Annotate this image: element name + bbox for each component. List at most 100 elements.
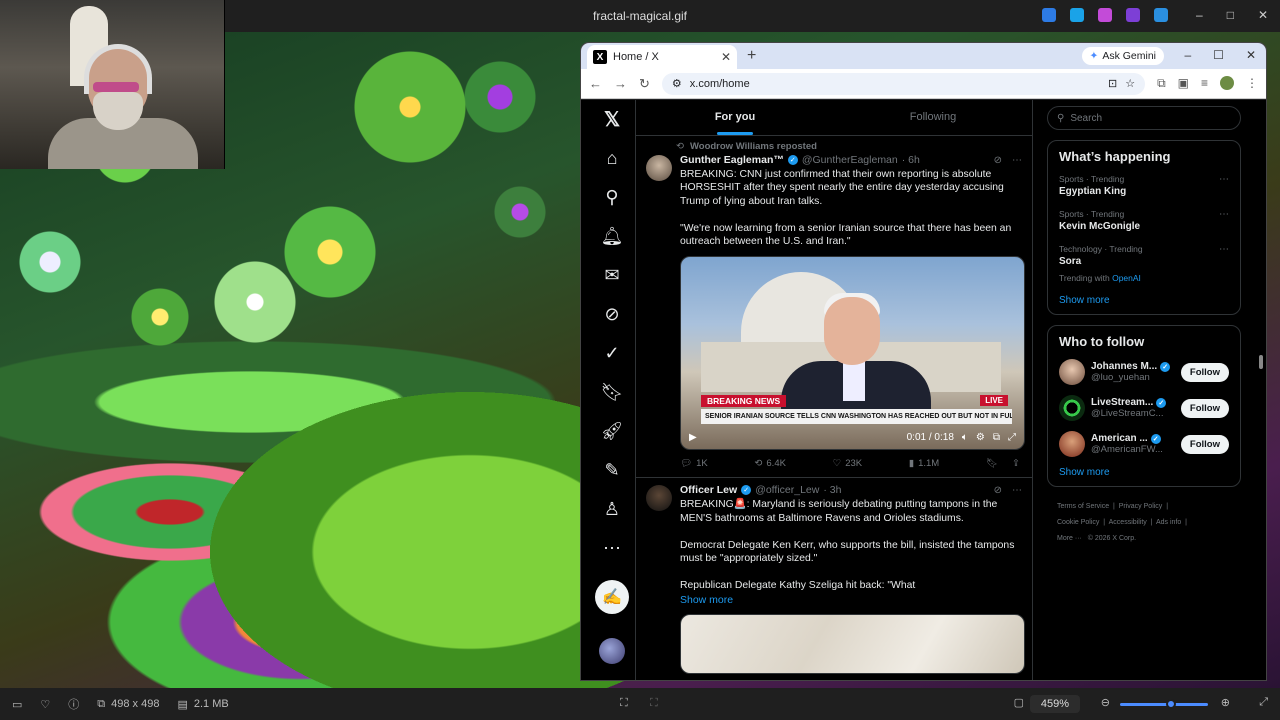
address-bar[interactable]: ⚙ x.com/home ⊡ ☆ [661,72,1146,95]
onedrive-icon[interactable] [1154,8,1168,22]
author-name[interactable]: Gunther Eagleman™ [680,154,784,166]
footer-link-cookie[interactable]: Cookie Policy [1057,519,1099,526]
author-avatar[interactable] [646,155,672,181]
x-logo-icon[interactable]: 𝕏 [601,108,623,131]
lists-icon[interactable]: ✎ [601,459,623,481]
trend-with-link[interactable]: OpenAI [1112,273,1141,283]
views-button[interactable]: ▮ 1.1M [909,458,939,469]
zoom-out-icon[interactable]: ⊖ [1101,696,1110,709]
follow-button[interactable]: Follow [1180,398,1229,418]
tab-for-you[interactable]: For you [636,100,834,135]
footer-link-accessibility[interactable]: Accessibility [1109,519,1147,526]
profile-icon[interactable]: ♙ [601,498,623,520]
ask-gemini-button[interactable]: ✦ Ask Gemini [1081,47,1164,65]
profile-avatar[interactable] [1220,76,1234,90]
crop-icon[interactable]: ⛶ [620,697,628,710]
install-icon[interactable]: ⊡ [1108,77,1117,90]
follow-button[interactable]: Follow [1180,362,1229,382]
post-time[interactable]: · 6h [902,154,920,166]
zoom-in-icon[interactable]: ⊕ [1221,696,1230,709]
trend-item[interactable]: Sports · Trending Kevin McGonigle ⋯ [1059,209,1229,232]
show-more-follows[interactable]: Show more [1059,467,1229,478]
follow-suggestion[interactable]: American ... ✓ @AmericanFW... Follow [1059,431,1229,457]
grok-explain-icon[interactable]: ⊘ [994,155,1002,166]
video-player[interactable]: BREAKING NEWS LIVE SENIOR IRANIAN SOURCE… [680,256,1025,451]
account-avatar[interactable] [599,638,625,664]
footer-link-privacy[interactable]: Privacy Policy [1119,503,1163,510]
premium-icon[interactable]: ✓ [601,342,623,364]
follow-button[interactable]: Follow [1180,434,1229,454]
tab-search-icon[interactable]: ▣ [1178,76,1189,91]
extensions-icon[interactable]: ⧉ [1157,76,1166,91]
close-icon[interactable]: ✕ [1258,8,1268,22]
maximize-icon[interactable]: □ [1227,8,1234,22]
reply-button[interactable]: 💬︎ 1K [680,458,708,469]
back-icon[interactable]: ← [589,76,602,91]
bookmark-icon[interactable]: 🔖︎ [986,458,998,469]
reload-icon[interactable]: ↻ [639,76,650,92]
scrollbar-thumb[interactable] [1259,355,1263,369]
bookmarks-icon[interactable]: 🔖︎ [601,381,624,403]
like-button[interactable]: ♡ 23K [833,458,862,469]
fit-icon[interactable]: ▢ [1014,696,1024,709]
grok-icon[interactable]: ⊘ [601,303,623,325]
pip-icon[interactable]: ⧉ [993,432,1000,443]
zoom-slider[interactable] [1120,699,1208,709]
minimize-icon[interactable]: – [1196,8,1203,22]
info-icon[interactable]: ⓘ [68,696,79,712]
menu-icon[interactable]: ⋮ [1246,76,1258,91]
notifications-icon[interactable]: 🔔︎ [601,225,624,247]
suggestion-avatar[interactable] [1059,431,1085,457]
browser-minimize-icon[interactable]: – [1184,48,1191,62]
tab-following[interactable]: Following [834,100,1032,135]
fullscreen-video-icon[interactable]: ⤢ [1008,432,1016,443]
show-more-link[interactable]: Show more [680,594,1022,606]
zoom-level[interactable]: 459% [1030,695,1080,713]
compose-post-button[interactable]: ✍ [595,580,629,614]
show-more-trends[interactable]: Show more [1059,295,1229,306]
clipchamp-icon[interactable] [1098,8,1112,22]
copilot-icon[interactable] [1042,8,1056,22]
film-strip-icon[interactable]: ▭ [12,698,22,711]
footer-link-terms[interactable]: Terms of Service [1057,503,1109,510]
messages-icon[interactable]: ✉ [601,264,623,286]
trend-item[interactable]: Sports · Trending Egyptian King ⋯ [1059,174,1229,197]
page-scrollbar[interactable] [1258,100,1264,680]
follow-suggestion[interactable]: Johannes M... ✓ @luo_yuehan Follow [1059,359,1229,385]
browser-tab[interactable]: X Home / X ✕ [587,45,737,69]
forward-icon[interactable]: → [614,76,627,91]
settings-icon[interactable]: ⚙ [976,432,985,443]
designer-icon[interactable] [1126,8,1140,22]
author-handle[interactable]: @officer_Lew [755,484,819,496]
fullscreen-icon[interactable]: ⤢ [1259,696,1268,709]
footer-link-ads[interactable]: Ads info [1156,519,1181,526]
trend-more-icon[interactable]: ⋯ [1219,209,1229,220]
author-handle[interactable]: @GuntherEagleman [802,154,898,166]
post-more-icon[interactable]: ⋯ [1012,485,1022,496]
post-more-icon[interactable]: ⋯ [1012,155,1022,166]
share-icon[interactable]: ⇪ [1012,458,1020,469]
author-avatar[interactable] [646,485,672,512]
grok-explain-icon[interactable]: ⊘ [994,485,1002,496]
post[interactable]: ⟲ Woodrow Williams reposted Gunther Eagl… [636,136,1032,479]
new-tab-icon[interactable]: + [747,47,756,65]
edit-icon[interactable] [1070,8,1084,22]
play-icon[interactable]: ▶ [689,432,697,443]
post[interactable]: Officer Lew ✓ @officer_Lew · 3h ⊘ ⋯ BREAK… [636,478,1032,680]
repost-button[interactable]: ⟲ 6.4K [754,458,786,469]
reading-list-icon[interactable]: ≡ [1201,76,1208,91]
volume-icon[interactable]: 🔈︎ [962,432,968,443]
author-name[interactable]: Officer Lew [680,484,737,496]
browser-close-icon[interactable]: ✕ [1246,48,1256,62]
select-icon[interactable]: ⛶ [650,697,658,710]
business-icon[interactable]: 🚀︎ [601,420,624,442]
favorite-icon[interactable]: ♡ [40,698,50,711]
site-info-icon[interactable]: ⚙ [672,77,682,90]
follow-suggestion[interactable]: LiveStream... ✓ @LiveStreamC... Follow [1059,395,1229,421]
close-tab-icon[interactable]: ✕ [721,50,731,64]
post-time[interactable]: · 3h [823,484,841,496]
trend-item[interactable]: Technology · Trending Sora Trending with… [1059,244,1229,283]
search-input[interactable]: ⚲ Search [1047,106,1241,130]
footer-link-more[interactable]: More ··· [1057,535,1082,542]
suggestion-avatar[interactable] [1059,359,1085,385]
